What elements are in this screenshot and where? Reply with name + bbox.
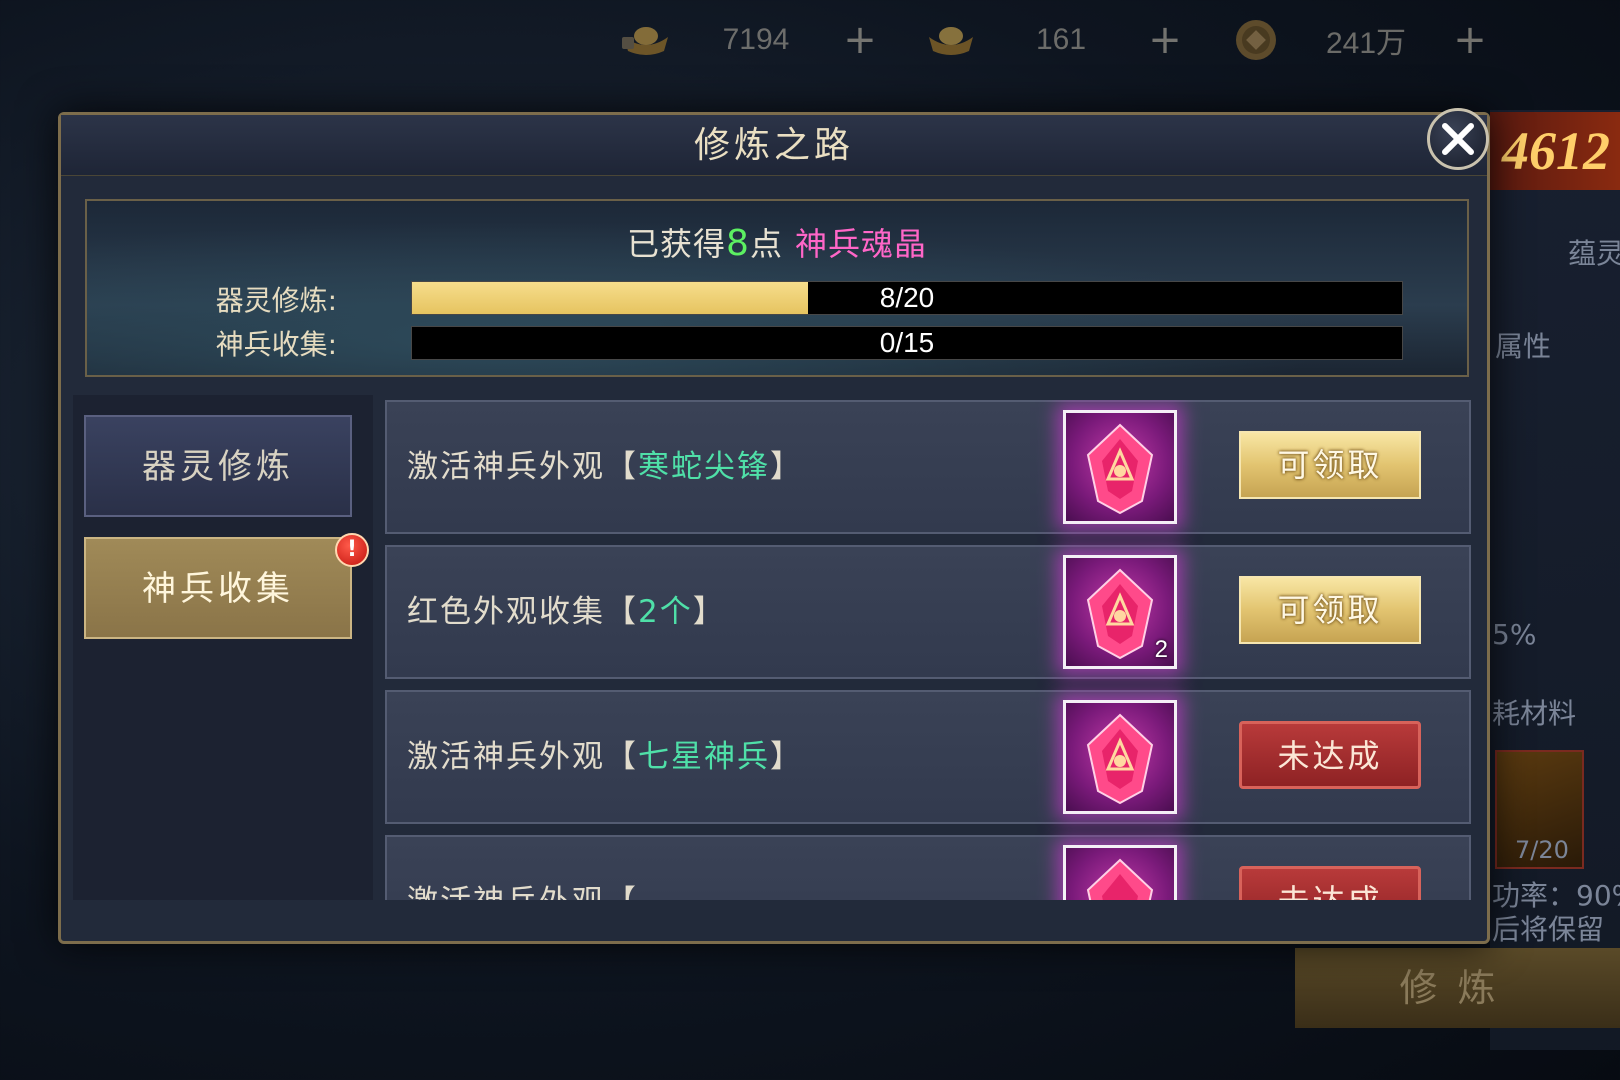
task-highlight: 寒蛇尖锋 [638,449,770,485]
task-prefix: 红色外观收集【 [407,594,638,630]
side-material-count: 7/20 [1515,836,1569,864]
close-button[interactable] [1427,108,1489,170]
gold-ingot-icon [925,22,977,58]
task-row: 激活神兵外观【寒蛇尖锋】 可领取 [385,400,1471,534]
obtained-summary: 已获得8点 神兵魂晶 [87,219,1467,265]
reward-item[interactable]: 2 [1063,555,1177,669]
dialog-title-bar: 修炼之路 [61,115,1487,176]
dialog-bottom-edge [73,900,1478,935]
soul-crystal-icon [1086,858,1154,900]
side-percent: 5% [1492,618,1537,651]
currency-coin: 241万 + [1230,18,1490,62]
unmet-button[interactable]: 未达成 [1239,721,1421,789]
task-suffix: 】 [770,449,803,485]
task-row: 激活神兵外观【七星神兵】 未达成 [385,690,1471,824]
obtained-item-name: 神兵魂晶 [794,225,927,263]
task-row: 红色外观收集【2个】 2 可领取 [385,545,1471,679]
reward-item[interactable] [1063,410,1177,524]
task-description: 激活神兵外观【 [407,837,638,900]
bar-label-spirit: 器灵修炼: [215,284,337,317]
alert-badge-icon: ! [335,533,369,567]
add-coin-button[interactable]: + [1450,20,1490,60]
task-description: 激活神兵外观【寒蛇尖锋】 [407,402,803,532]
task-list[interactable]: 激活神兵外观【寒蛇尖锋】 可领取 红色外观收集【2个】 2 可领取 激活神兵外观… [385,400,1475,900]
task-prefix: 激活神兵外观【 [407,884,638,900]
soul-crystal-icon [1086,713,1154,805]
gold-value: 161 [1035,23,1087,56]
task-suffix: 】 [692,594,726,630]
tab-weapon-collection[interactable]: 神兵收集 [84,537,352,639]
side-label-attributes: 属性 [1495,330,1552,363]
task-description: 激活神兵外观【七星神兵】 [407,692,803,822]
task-highlight: 2个 [638,594,693,630]
side-material-label: 耗材料 [1492,697,1577,730]
claim-button[interactable]: 可领取 [1239,431,1421,499]
task-suffix: 】 [770,739,803,775]
progress-text-spirit: 8/20 [879,282,935,313]
locked-gold-value: 7194 [722,23,790,56]
tab-spirit-cultivation[interactable]: 器灵修炼 [84,415,352,517]
progress-summary: 已获得8点 神兵魂晶 器灵修炼: 8/20 神兵收集: 0/15 [85,199,1469,377]
combat-power-score: 4612 [1490,112,1620,190]
progress-bar-collection: 0/15 [411,326,1403,360]
currency-locked-gold: 7194 + [620,18,880,62]
task-row: 激活神兵外观【 未达成 [385,835,1471,900]
coin-value: 241万 [1325,27,1407,60]
add-gold-button[interactable]: + [1145,20,1185,60]
reward-item[interactable] [1063,845,1177,900]
progress-text-collection: 0/15 [879,327,935,358]
claim-button[interactable]: 可领取 [1239,576,1421,644]
reward-item[interactable] [1063,700,1177,814]
dialog-title: 修炼之路 [693,125,854,166]
unmet-button[interactable]: 未达成 [1239,866,1421,900]
task-description: 红色外观收集【2个】 [407,547,726,677]
soul-crystal-icon [1086,568,1154,660]
locked-gold-ingot-icon [620,22,672,58]
close-icon [1442,123,1474,155]
copper-coin-icon [1230,20,1282,60]
progress-bar-spirit: 8/20 [411,281,1403,315]
add-locked-gold-button[interactable]: + [840,20,880,60]
side-label-yunling: 蕴灵 [1568,237,1620,270]
soul-crystal-icon [1086,423,1154,515]
task-prefix: 激活神兵外观【 [407,739,638,775]
cultivate-button[interactable]: 修炼 [1295,948,1620,1028]
bar-label-collection: 神兵收集: [215,328,337,361]
reward-count: 2 [1154,636,1168,663]
task-prefix: 激活神兵外观【 [407,449,638,485]
obtained-prefix: 已获得 [627,225,727,263]
obtained-unit: 点 [749,225,783,263]
currency-gold: 161 + [925,18,1185,62]
side-keep-note: 后将保留 [1492,913,1605,946]
task-highlight: 七星神兵 [638,739,770,775]
obtained-count: 8 [726,223,750,264]
cultivation-path-dialog: 修炼之路 已获得8点 神兵魂晶 器灵修炼: 8/20 神兵收集: 0/15 器灵修… [58,112,1490,944]
